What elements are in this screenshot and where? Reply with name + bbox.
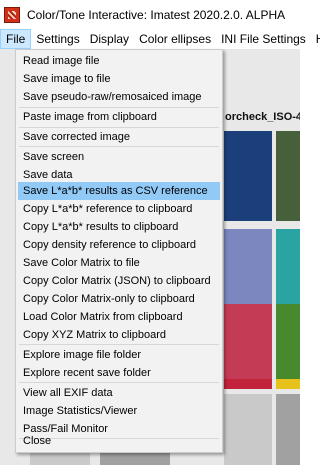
menu-item-view-exif-data[interactable]: View all EXIF data [18,384,220,402]
menu-item-save-corrected-image[interactable]: Save corrected image [18,128,220,146]
menu-separator [19,344,219,345]
color-swatch [224,304,272,389]
menu-separator [19,146,219,147]
menu-settings[interactable]: Settings [31,29,84,49]
menu-item-copy-color-matrix-json[interactable]: Copy Color Matrix (JSON) to clipboard [18,272,220,290]
menu-item-close[interactable]: Close [18,432,220,450]
menu-separator [19,382,219,383]
menu-item-load-color-matrix[interactable]: Load Color Matrix from clipboard [18,308,220,326]
menu-color-ellipses[interactable]: Color ellipses [134,29,216,49]
menu-item-paste-image-from-clipboard[interactable]: Paste image from clipboard [18,108,220,126]
app-icon [4,6,20,23]
file-menu-dropdown: Read image file Save image to file Save … [15,49,223,453]
color-swatch [224,229,272,314]
menu-bar: File Settings Display Color ellipses INI… [0,29,320,49]
window-title: Color/Tone Interactive: Imatest 2020.2.0… [27,7,286,22]
color-swatch [224,394,272,465]
menu-item-save-pseudo-raw-image[interactable]: Save pseudo-raw/remosaiced image [18,88,220,106]
menu-display[interactable]: Display [85,29,134,49]
color-swatch [276,394,300,465]
color-swatch [276,131,300,221]
color-swatch [276,379,300,389]
menu-item-explore-recent-save-folder[interactable]: Explore recent save folder [18,364,220,382]
color-swatch [276,304,300,389]
menu-item-copy-lab-reference[interactable]: Copy L*a*b* reference to clipboard [18,200,220,218]
menu-item-save-color-matrix[interactable]: Save Color Matrix to file [18,254,220,272]
menu-item-copy-color-matrix-only[interactable]: Copy Color Matrix-only to clipboard [18,290,220,308]
menu-item-copy-density-reference[interactable]: Copy density reference to clipboard [18,236,220,254]
menu-help[interactable]: H [311,29,320,49]
color-swatch [224,379,272,389]
menu-file[interactable]: File [0,29,32,49]
menu-item-explore-image-folder[interactable]: Explore image file folder [18,346,220,364]
image-caption: orcheck_ISO-40 [225,111,300,123]
menu-item-save-image-to-file[interactable]: Save image to file [18,70,220,88]
menu-item-copy-xyz-matrix[interactable]: Copy XYZ Matrix to clipboard [18,326,220,344]
menu-item-save-lab-results-csv[interactable]: Save L*a*b* results as CSV reference [18,182,220,200]
menu-item-copy-lab-results[interactable]: Copy L*a*b* results to clipboard [18,218,220,236]
color-swatch [224,131,272,221]
title-bar: Color/Tone Interactive: Imatest 2020.2.0… [0,0,300,29]
color-swatch [276,229,300,314]
menu-ini-file-settings[interactable]: INI File Settings [216,29,311,49]
menu-item-read-image-file[interactable]: Read image file [18,52,220,70]
menu-item-save-screen[interactable]: Save screen [18,148,220,166]
menu-item-image-statistics-viewer[interactable]: Image Statistics/Viewer [18,402,220,420]
